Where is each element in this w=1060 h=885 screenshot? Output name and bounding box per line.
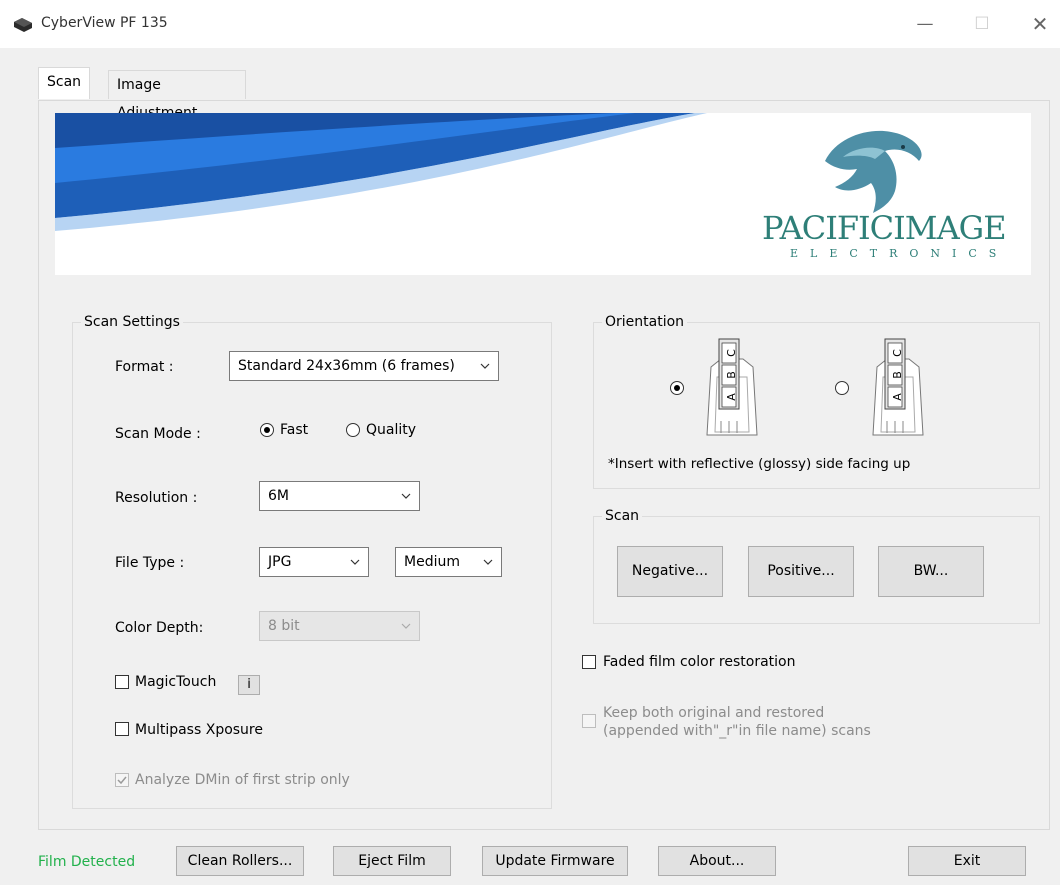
file-type-select[interactable]: JPG: [259, 547, 369, 577]
jpeg-quality-value: Medium: [404, 554, 460, 570]
faded-film-restoration-checkbox[interactable]: [582, 655, 596, 669]
title-bar: CyberView PF 135 — ☐ ✕: [0, 0, 1060, 48]
logo-wordmark: PACIFICIMAGE: [762, 209, 1007, 247]
chevron-down-icon: [350, 559, 360, 565]
logo-word-pacific: PACIFIC: [762, 209, 894, 247]
keep-both-checkbox[interactable]: [582, 714, 596, 728]
magictouch-info-button[interactable]: i: [238, 675, 260, 695]
multipass-xposure-label: Multipass Xposure: [135, 722, 263, 738]
dolphin-logo-icon: [825, 130, 922, 213]
resolution-select[interactable]: 6M: [259, 481, 420, 511]
about-button[interactable]: About...: [658, 846, 776, 876]
orientation-cba-radio[interactable]: [835, 381, 849, 395]
exit-button[interactable]: Exit: [908, 846, 1026, 876]
scan-legend: Scan: [602, 507, 643, 525]
tab-image-adjustment[interactable]: Image Adjustment: [108, 70, 246, 121]
update-firmware-button[interactable]: Update Firmware: [482, 846, 628, 876]
check-icon: [117, 776, 127, 785]
tab-scan[interactable]: Scan: [38, 67, 91, 99]
analyze-dmin-label: Analyze DMin of first strip only: [135, 772, 350, 788]
svg-text:B: B: [725, 371, 738, 379]
chevron-down-icon: [401, 623, 411, 629]
faded-film-restoration-label: Faded film color restoration: [603, 654, 796, 670]
chevron-down-icon: [480, 363, 490, 369]
film-holder-cba-icon: A B C: [872, 338, 924, 436]
analyze-dmin-checkbox[interactable]: [115, 773, 129, 787]
jpeg-quality-select[interactable]: Medium: [395, 547, 502, 577]
file-type-label: File Type :: [115, 555, 185, 571]
format-select[interactable]: Standard 24x36mm (6 frames): [229, 351, 499, 381]
scan-settings-legend: Scan Settings: [81, 313, 183, 331]
minimize-icon[interactable]: —: [905, 10, 945, 38]
orientation-legend: Orientation: [602, 313, 688, 331]
maximize-icon[interactable]: ☐: [962, 10, 1002, 38]
svg-text:A: A: [725, 393, 738, 401]
logo-subtitle: ELECTRONICS: [790, 247, 1009, 260]
scan-bw-button[interactable]: BW...: [878, 546, 984, 597]
window-title: CyberView PF 135: [41, 15, 168, 31]
format-label: Format :: [115, 359, 174, 375]
format-value: Standard 24x36mm (6 frames): [238, 358, 455, 374]
scan-positive-button[interactable]: Positive...: [748, 546, 854, 597]
clean-rollers-button[interactable]: Clean Rollers...: [176, 846, 304, 876]
orientation-note: *Insert with reflective (glossy) side fa…: [608, 456, 911, 472]
svg-text:C: C: [891, 349, 904, 357]
scan-mode-fast-radio[interactable]: [260, 423, 274, 437]
chevron-down-icon: [401, 493, 411, 499]
tab-strip: Scan Image Adjustment: [38, 67, 1048, 121]
orientation-abc-radio[interactable]: [670, 381, 684, 395]
scan-mode-label: Scan Mode :: [115, 426, 201, 442]
close-icon[interactable]: ✕: [1020, 10, 1060, 38]
logo-word-image: IMAGE: [893, 209, 1006, 247]
banner: PACIFICIMAGE ELECTRONICS: [55, 113, 1031, 275]
eject-film-button[interactable]: Eject Film: [333, 846, 451, 876]
multipass-xposure-checkbox[interactable]: [115, 722, 129, 736]
file-type-value: JPG: [268, 554, 292, 570]
svg-text:B: B: [891, 371, 904, 379]
scan-negative-button[interactable]: Negative...: [617, 546, 723, 597]
magictouch-checkbox[interactable]: [115, 675, 129, 689]
magictouch-label: MagicTouch: [135, 674, 217, 690]
color-depth-label: Color Depth:: [115, 620, 204, 636]
keep-both-label-line2: (appended with"_r"in file name) scans: [603, 723, 871, 739]
scan-mode-fast-label: Fast: [280, 422, 309, 438]
color-depth-value: 8 bit: [268, 618, 300, 634]
film-status: Film Detected: [38, 854, 136, 870]
color-depth-select[interactable]: 8 bit: [259, 611, 420, 641]
scan-mode-quality-radio[interactable]: [346, 423, 360, 437]
film-holder-abc-icon: A B C: [706, 338, 758, 436]
keep-both-label-line1: Keep both original and restored: [603, 705, 825, 721]
resolution-label: Resolution :: [115, 490, 198, 506]
chevron-down-icon: [483, 559, 493, 565]
scanner-app-icon: [14, 18, 32, 32]
svg-text:C: C: [725, 349, 738, 357]
scan-mode-quality-label: Quality: [366, 422, 417, 438]
resolution-value: 6M: [268, 488, 289, 504]
svg-text:A: A: [891, 393, 904, 401]
